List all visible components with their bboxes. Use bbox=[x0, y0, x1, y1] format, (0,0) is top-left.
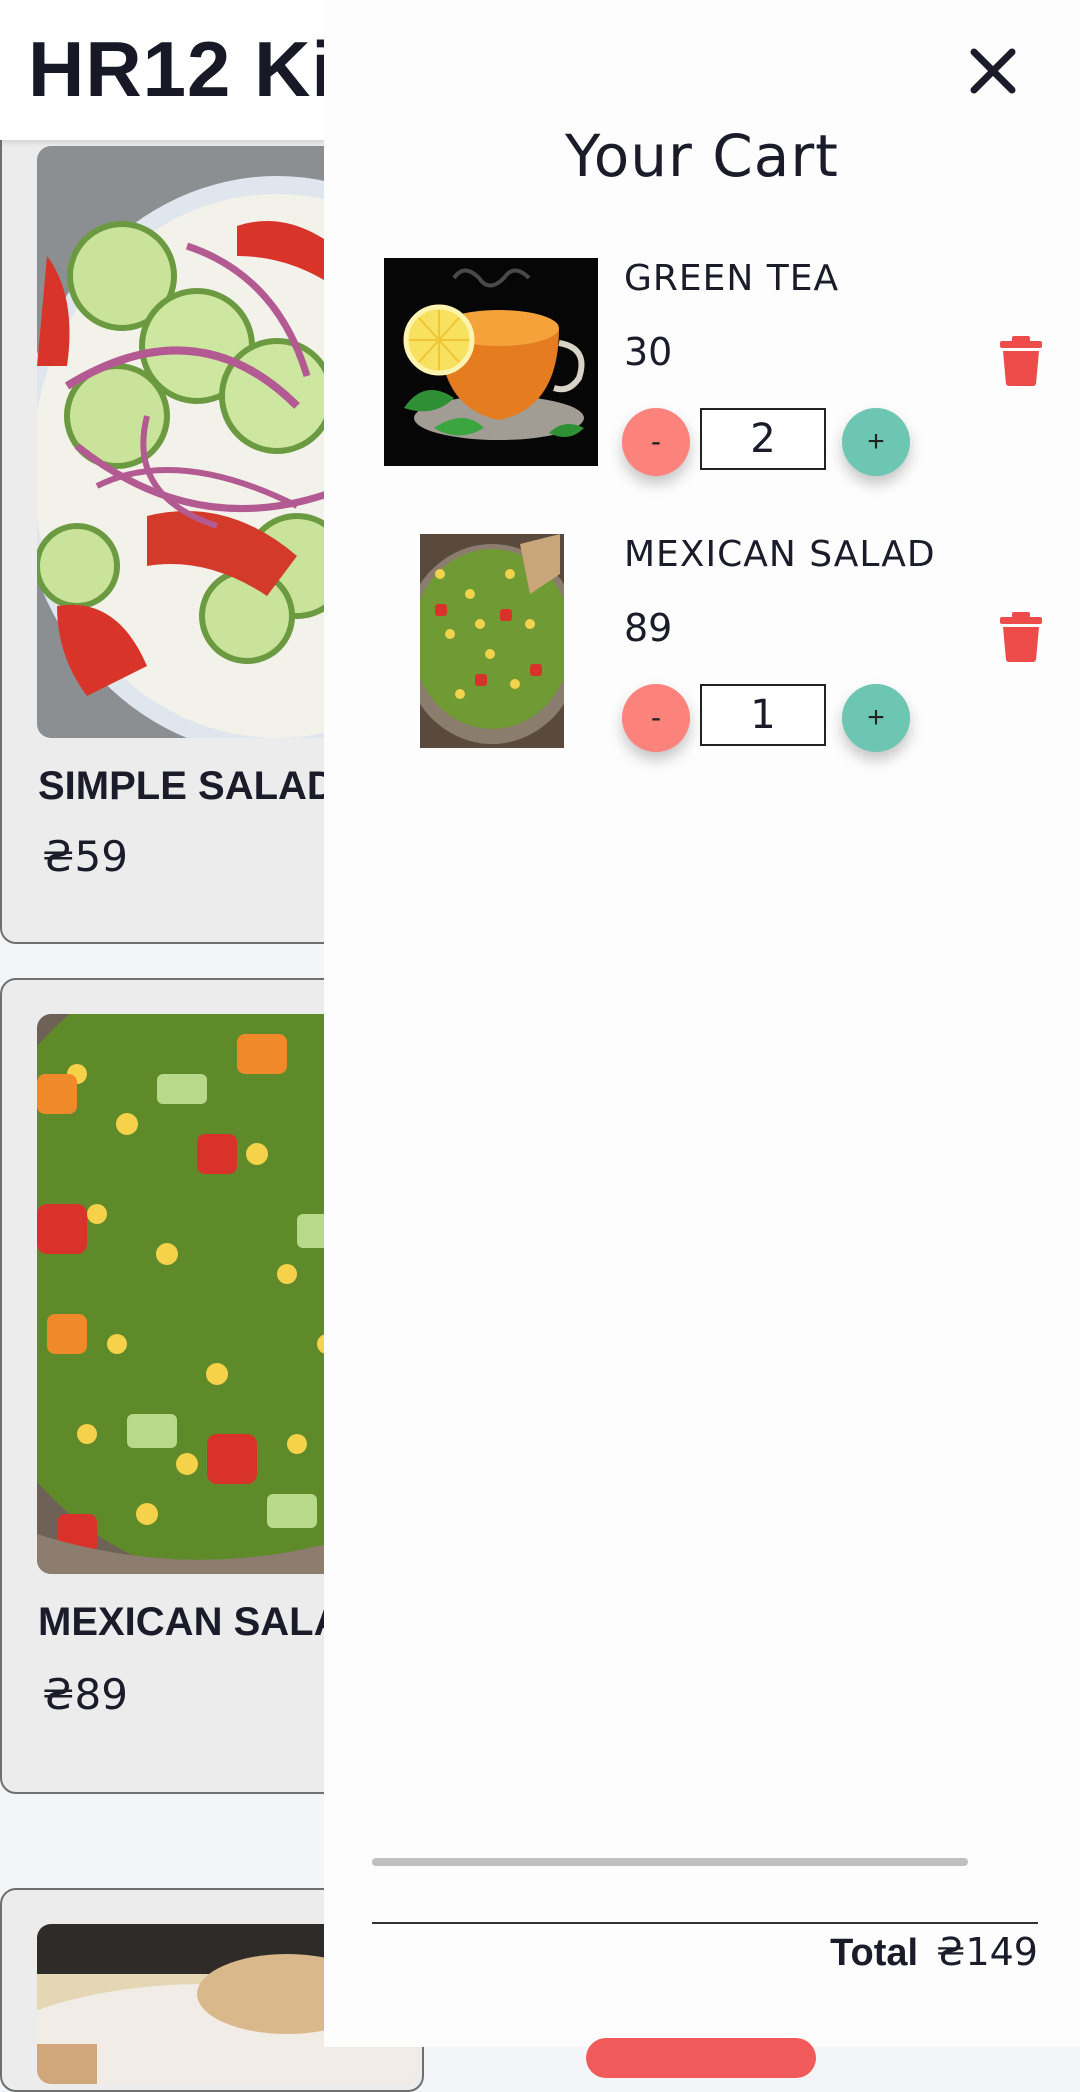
cart-item-price: 30 bbox=[624, 330, 673, 374]
mexican-salad-thumb bbox=[420, 534, 564, 748]
increase-quantity-button[interactable]: + bbox=[842, 408, 910, 476]
total-divider bbox=[372, 1922, 1038, 1924]
cart-item-name: MEXICAN SALAD bbox=[624, 534, 936, 575]
cart-item-name: GREEN TEA bbox=[624, 258, 840, 299]
trash-icon[interactable] bbox=[1000, 336, 1042, 386]
horizontal-scrollbar[interactable] bbox=[372, 1858, 968, 1866]
cart-title: Your Cart bbox=[565, 122, 839, 190]
close-icon[interactable] bbox=[966, 44, 1020, 98]
cart-item-price: 89 bbox=[624, 606, 673, 650]
cart-total: Total ₴149 bbox=[830, 1930, 1038, 1980]
quantity-value: 1 bbox=[700, 684, 826, 746]
trash-icon[interactable] bbox=[1000, 612, 1042, 662]
cart-item: MEXICAN SALAD 89 - 1 + bbox=[324, 534, 1080, 774]
cart-item: GREEN TEA 30 - 2 + bbox=[324, 258, 1080, 498]
decrease-quantity-button[interactable]: - bbox=[622, 684, 690, 752]
checkout-button[interactable] bbox=[586, 2038, 816, 2078]
decrease-quantity-button[interactable]: - bbox=[622, 408, 690, 476]
total-value: ₴149 bbox=[936, 1930, 1038, 1974]
menu-item-name: SIMPLE SALAD bbox=[38, 764, 336, 808]
total-label: Total bbox=[830, 1932, 919, 1974]
increase-quantity-button[interactable]: + bbox=[842, 684, 910, 752]
menu-item-price: ₴89 bbox=[42, 1670, 128, 1719]
green-tea-image bbox=[384, 258, 598, 466]
menu-item-name: MEXICAN SALAD bbox=[38, 1600, 372, 1644]
quantity-value: 2 bbox=[700, 408, 826, 470]
cart-drawer: Your Cart GREEN TEA 30 - 2 + MEXICAN SAL… bbox=[324, 0, 1080, 2078]
menu-item-price: ₴59 bbox=[42, 832, 128, 881]
